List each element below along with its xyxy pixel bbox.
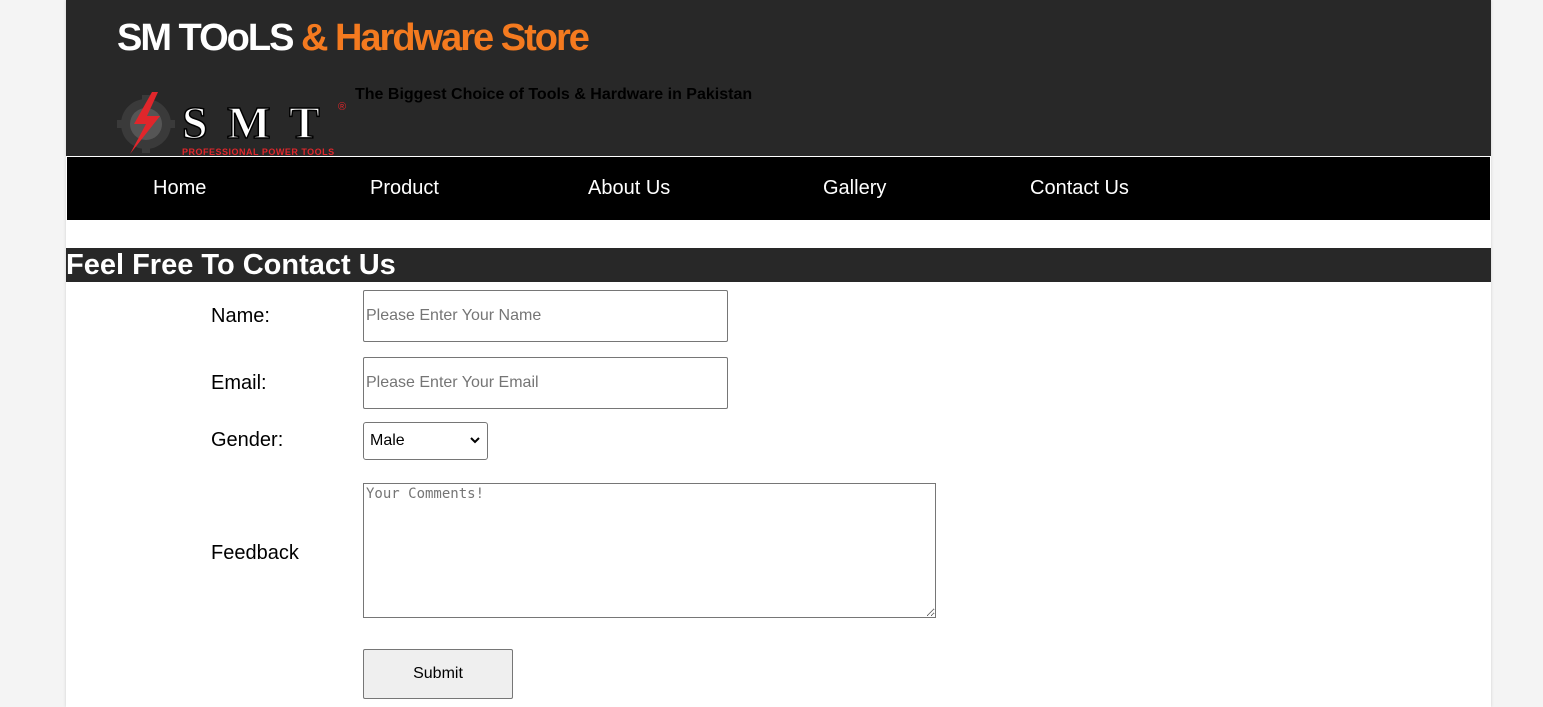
nav-item-home[interactable]: Home (153, 157, 206, 220)
contact-heading-bar: Feel Free To Contact Us (66, 248, 1491, 282)
main-navigation: Home Product About Us Gallery Contact Us (67, 157, 1490, 220)
name-label: Name: (211, 305, 270, 327)
page-container: SM TOoLS & Hardware Store S M T ® PROFES… (66, 0, 1491, 707)
gender-selected-value: Male (370, 432, 405, 449)
contact-heading: Feel Free To Contact Us (66, 249, 396, 281)
site-title: SM TOoLS & Hardware Store (117, 15, 590, 61)
email-label: Email: (211, 372, 267, 394)
site-header: SM TOoLS & Hardware Store S M T ® PROFES… (66, 0, 1491, 156)
submit-button[interactable]: Submit (363, 649, 513, 699)
logo-subtext: PROFESSIONAL POWER TOOLS (182, 147, 335, 156)
site-title-primary: SM TOoLS (117, 17, 294, 59)
feedback-textarea[interactable] (363, 483, 936, 618)
name-input[interactable] (363, 290, 728, 342)
site-tagline: The Biggest Choice of Tools & Hardware i… (355, 86, 753, 103)
site-title-accent: & Hardware Store (300, 17, 590, 59)
smt-logo: S M T ® PROFESSIONAL POWER TOOLS (117, 92, 346, 156)
nav-item-product[interactable]: Product (370, 157, 439, 220)
chevron-down-icon (470, 437, 480, 444)
nav-item-contact-us[interactable]: Contact Us (1030, 157, 1129, 220)
logo-registered-mark: ® (338, 101, 346, 113)
feedback-label: Feedback (211, 542, 299, 564)
nav-item-gallery[interactable]: Gallery (823, 157, 886, 220)
gender-select[interactable]: Male (363, 422, 488, 460)
email-input[interactable] (363, 357, 728, 409)
nav-item-about-us[interactable]: About Us (588, 157, 670, 220)
logo-letters: S M T (182, 97, 324, 148)
gender-label: Gender: (211, 429, 284, 451)
